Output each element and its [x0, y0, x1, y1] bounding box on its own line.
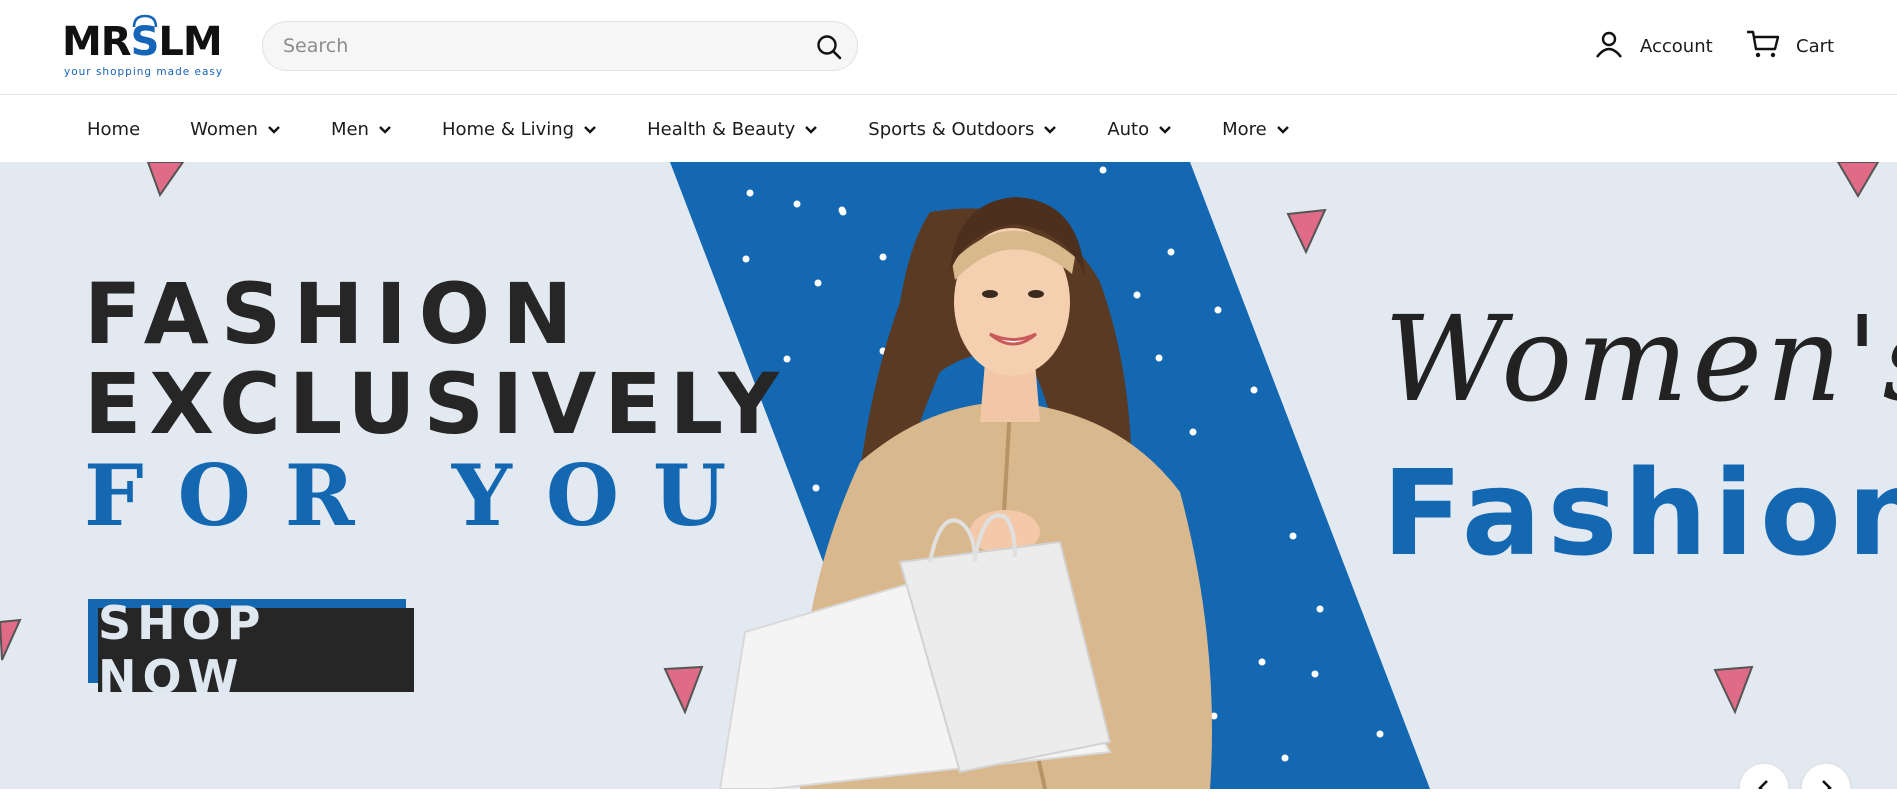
nav-item-label: Auto: [1107, 118, 1150, 140]
cart-label: Cart: [1796, 35, 1835, 57]
nav-item-label: Health & Beauty: [647, 118, 796, 140]
chevron-down-icon: [268, 126, 280, 134]
nav-item-label: Home & Living: [441, 118, 575, 140]
nav-item-sports-outdoors[interactable]: Sports & Outdoors: [868, 119, 1057, 140]
logo-cart-icon: [132, 14, 158, 28]
chevron-down-icon: [1159, 126, 1171, 134]
site-header: MRSLM your shopping made easy Account Ca…: [0, 0, 1897, 95]
nav-item-health-beauty[interactable]: Health & Beauty: [647, 119, 818, 140]
nav-item-more[interactable]: More: [1222, 119, 1290, 140]
nav-item-auto[interactable]: Auto: [1107, 119, 1172, 140]
chevron-down-icon: [1044, 126, 1057, 134]
nav-item-label: Men: [330, 118, 369, 140]
account-label: Account: [1640, 35, 1713, 57]
chevron-down-icon: [584, 126, 596, 134]
nav-item-label: More: [1222, 118, 1267, 140]
cart-icon: [1746, 29, 1780, 63]
shop-now-label: SHOP NOW: [98, 596, 414, 704]
chevron-left-icon: [1758, 780, 1768, 789]
headline-line-1: FASHION: [84, 265, 585, 363]
nav-item-label: Home: [87, 118, 141, 140]
user-icon: [1594, 29, 1624, 63]
cart-link[interactable]: Cart: [1746, 28, 1834, 64]
hero-category-title: Fashion: [1382, 444, 1897, 582]
account-link[interactable]: Account: [1594, 28, 1713, 64]
nav-item-men[interactable]: Men: [331, 119, 392, 140]
nav-item-label: Women: [190, 118, 258, 140]
nav-item-label: Sports & Outdoors: [868, 118, 1035, 140]
search-icon[interactable]: [815, 33, 843, 61]
search-bar: [262, 21, 858, 71]
main-navigation: Home Women Men Home & Living Health & Be…: [0, 96, 1897, 162]
nav-item-home-living[interactable]: Home & Living: [442, 119, 597, 140]
logo-tagline: your shopping made easy: [64, 66, 224, 78]
hero-banner[interactable]: FASHION EXCLUSIVELY FOR YOU SHOP NOW Wom…: [0, 162, 1897, 789]
site-logo[interactable]: MRSLM your shopping made easy: [62, 14, 232, 80]
nav-item-women[interactable]: Women: [190, 119, 281, 140]
chevron-down-icon: [805, 126, 818, 134]
hero-headline: FASHION EXCLUSIVELY FOR YOU: [84, 272, 787, 538]
logo-wordmark: MRSLM: [62, 19, 223, 65]
hero-script-title: Women's: [1384, 290, 1897, 428]
chevron-right-icon: [1822, 780, 1832, 789]
search-input[interactable]: [283, 30, 803, 62]
nav-item-home[interactable]: Home: [87, 119, 140, 140]
headline-line-2: EXCLUSIVELY: [84, 355, 787, 453]
chevron-down-icon: [1276, 126, 1289, 134]
chevron-down-icon: [379, 126, 391, 134]
shop-now-button[interactable]: SHOP NOW: [88, 596, 414, 704]
headline-line-3: FOR YOU: [84, 446, 761, 545]
